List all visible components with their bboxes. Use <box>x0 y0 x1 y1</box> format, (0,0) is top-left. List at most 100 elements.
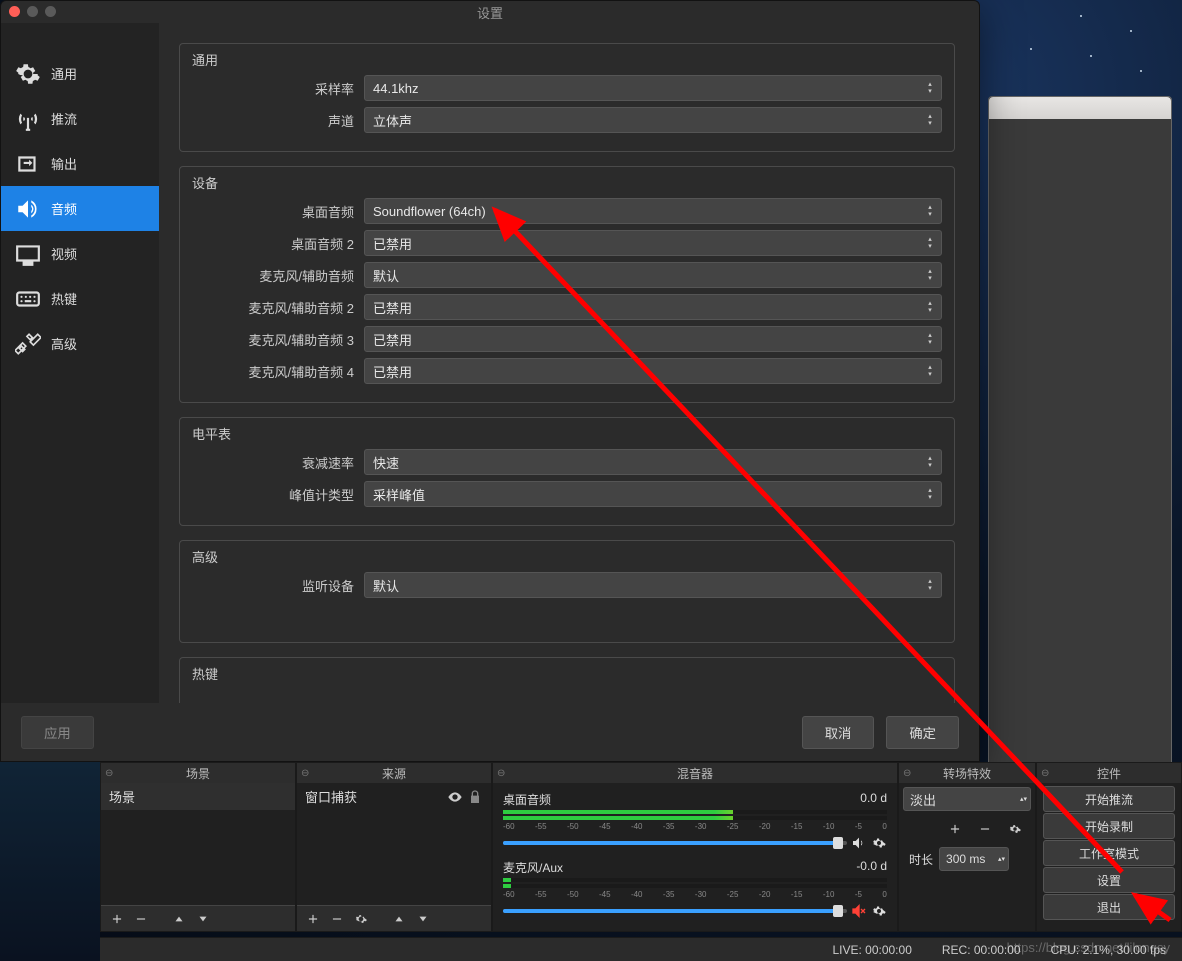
settings-content: 通用 采样率 44.1khz▴▾ 声道 立体声▴▾ 设备 桌面音频 Soundf… <box>159 23 979 703</box>
gear-icon[interactable] <box>351 909 371 929</box>
start-stream-button[interactable]: 开始推流 <box>1043 786 1175 812</box>
sidebar-item-general[interactable]: 通用 <box>1 51 159 96</box>
add-icon[interactable] <box>107 909 127 929</box>
remove-icon[interactable] <box>327 909 347 929</box>
decay-rate-select[interactable]: 快速▴▾ <box>364 449 942 475</box>
dock-title-controls: ⊖控件 <box>1037 763 1181 783</box>
sidebar-item-advanced[interactable]: 高级 <box>1 321 159 366</box>
gear-icon[interactable] <box>1005 819 1025 839</box>
row-label: 声道 <box>192 111 364 130</box>
mic-aux2-select[interactable]: 已禁用▴▾ <box>364 294 942 320</box>
exit-button[interactable]: 退出 <box>1043 894 1175 920</box>
dock-title-sources: ⊖来源 <box>297 763 491 783</box>
gear-icon[interactable] <box>871 903 887 919</box>
down-icon[interactable] <box>413 909 433 929</box>
peak-type-select[interactable]: 采样峰值▴▾ <box>364 481 942 507</box>
volume-slider[interactable] <box>503 909 847 913</box>
group-title: 电平表 <box>192 424 942 443</box>
sidebar-item-hotkeys[interactable]: 热键 <box>1 276 159 321</box>
group-hotkeys: 热键 <box>179 657 955 703</box>
dock-title-transitions: ⊖转场特效 <box>899 763 1035 783</box>
group-title: 高级 <box>192 547 942 566</box>
mic-aux3-select[interactable]: 已禁用▴▾ <box>364 326 942 352</box>
speaker-muted-icon[interactable] <box>851 903 867 919</box>
dialog-title: 设置 <box>477 3 503 22</box>
group-title: 通用 <box>192 50 942 69</box>
sidebar-item-label: 推流 <box>51 109 77 128</box>
remove-icon[interactable] <box>975 819 995 839</box>
mic-aux-select[interactable]: 默认▴▾ <box>364 262 942 288</box>
source-item[interactable]: 窗口捕获 <box>297 783 491 810</box>
settings-button[interactable]: 设置 <box>1043 867 1175 893</box>
add-icon[interactable] <box>303 909 323 929</box>
minimize-icon <box>27 6 38 17</box>
group-devices: 设备 桌面音频 Soundflower (64ch)▴▾ 桌面音频 2 已禁用▴… <box>179 166 955 403</box>
mixer-channel-desktop: 桌面音频0.0 d -60-55-50-45-40-35-30-25-20-15… <box>493 785 897 853</box>
row-label: 峰值计类型 <box>192 485 364 504</box>
desktop-audio2-select[interactable]: 已禁用▴▾ <box>364 230 942 256</box>
remove-icon[interactable] <box>131 909 151 929</box>
group-meters: 电平表 衰减速率 快速▴▾ 峰值计类型 采样峰值▴▾ <box>179 417 955 526</box>
row-label: 麦克风/辅助音频 2 <box>192 298 364 317</box>
duration-input[interactable]: 300 ms▴▾ <box>939 847 1009 871</box>
dock-title-mixer: ⊖混音器 <box>493 763 897 783</box>
row-label: 衰减速率 <box>192 453 364 472</box>
row-label: 监听设备 <box>192 576 364 595</box>
transition-select[interactable]: 淡出▴▾ <box>903 787 1031 811</box>
speaker-icon[interactable] <box>851 835 867 851</box>
row-label: 麦克风/辅助音频 4 <box>192 362 364 381</box>
sidebar-item-audio[interactable]: 音频 <box>1 186 159 231</box>
sidebar-item-label: 输出 <box>51 154 77 173</box>
watermark: https://blog.csdn.net/lilongsy <box>1007 940 1170 955</box>
meter-ticks: -60-55-50-45-40-35-30-25-20-15-10-50 <box>503 890 887 899</box>
channels-select[interactable]: 立体声▴▾ <box>364 107 942 133</box>
sidebar-item-video[interactable]: 视频 <box>1 231 159 276</box>
sidebar-item-label: 高级 <box>51 334 77 353</box>
cancel-button[interactable]: 取消 <box>802 716 875 749</box>
group-title: 设备 <box>192 173 942 192</box>
ok-button[interactable]: 确定 <box>886 716 959 749</box>
eye-icon[interactable] <box>447 789 463 805</box>
settings-dialog: 设置 通用 推流 输出 音频 视频 <box>0 0 980 762</box>
close-icon[interactable] <box>9 6 20 17</box>
row-label: 采样率 <box>192 79 364 98</box>
up-icon[interactable] <box>169 909 189 929</box>
down-icon[interactable] <box>193 909 213 929</box>
sidebar-item-label: 视频 <box>51 244 77 263</box>
row-label: 桌面音频 2 <box>192 234 364 253</box>
scene-item[interactable]: 场景 <box>101 783 295 810</box>
row-label: 麦克风/辅助音频 3 <box>192 330 364 349</box>
up-icon[interactable] <box>389 909 409 929</box>
sidebar-item-label: 音频 <box>51 199 77 218</box>
duration-label: 时长 <box>909 851 933 868</box>
gear-icon[interactable] <box>871 835 887 851</box>
sidebar-item-label: 热键 <box>51 289 77 308</box>
dialog-titlebar: 设置 <box>1 1 979 23</box>
main-window <box>988 96 1172 791</box>
row-label: 桌面音频 <box>192 202 364 221</box>
desktop-audio-select[interactable]: Soundflower (64ch)▴▾ <box>364 198 942 224</box>
sample-rate-select[interactable]: 44.1khz▴▾ <box>364 75 942 101</box>
dock-title-scenes: ⊖场景 <box>101 763 295 783</box>
lock-icon[interactable] <box>467 789 483 805</box>
docks: ⊖场景 场景 ⊖来源 窗口捕获 <box>100 762 1182 932</box>
meter-ticks: -60-55-50-45-40-35-30-25-20-15-10-50 <box>503 822 887 831</box>
settings-sidebar: 通用 推流 输出 音频 视频 热键 <box>1 23 159 703</box>
row-label: 麦克风/辅助音频 <box>192 266 364 285</box>
studio-mode-button[interactable]: 工作室模式 <box>1043 840 1175 866</box>
apply-button[interactable]: 应用 <box>21 716 94 749</box>
add-icon[interactable] <box>945 819 965 839</box>
group-general: 通用 采样率 44.1khz▴▾ 声道 立体声▴▾ <box>179 43 955 152</box>
sidebar-item-output[interactable]: 输出 <box>1 141 159 186</box>
start-record-button[interactable]: 开始录制 <box>1043 813 1175 839</box>
status-live: LIVE: 00:00:00 <box>832 943 911 957</box>
sidebar-item-label: 通用 <box>51 64 77 83</box>
mic-aux4-select[interactable]: 已禁用▴▾ <box>364 358 942 384</box>
sidebar-item-stream[interactable]: 推流 <box>1 96 159 141</box>
group-title: 热键 <box>192 664 942 683</box>
volume-slider[interactable] <box>503 841 847 845</box>
zoom-icon <box>45 6 56 17</box>
group-advanced: 高级 监听设备 默认▴▾ <box>179 540 955 643</box>
monitor-device-select[interactable]: 默认▴▾ <box>364 572 942 598</box>
mixer-channel-mic: 麦克风/Aux-0.0 d -60-55-50-45-40-35-30-25-2… <box>493 853 897 921</box>
